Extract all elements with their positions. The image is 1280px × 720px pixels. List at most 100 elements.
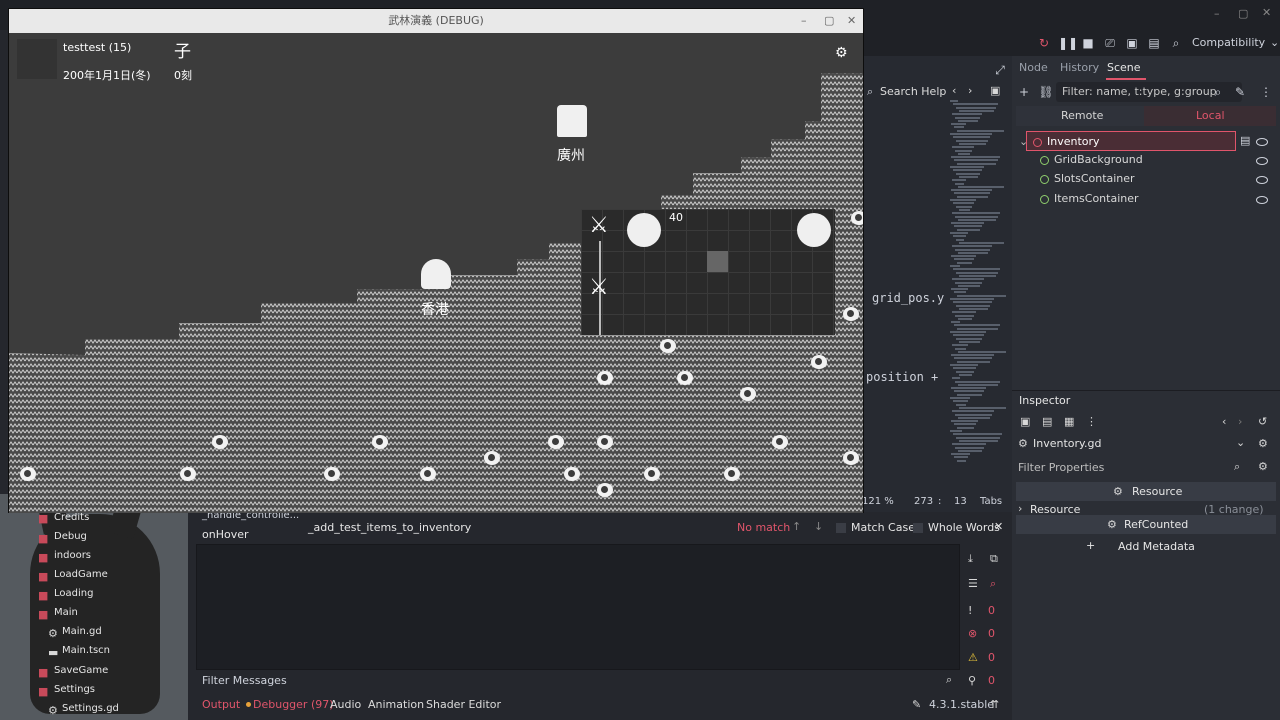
history-back-icon[interactable]: ‹ xyxy=(952,84,956,97)
axe-item-icon[interactable]: ⚔ xyxy=(589,275,609,300)
file-item[interactable]: SaveGame xyxy=(54,661,108,680)
tree-item-inventory[interactable]: ⌄ Inventory xyxy=(1019,131,1236,151)
file-item[interactable]: Main.gd xyxy=(62,622,102,641)
file-item[interactable]: LoadGame xyxy=(54,565,108,584)
filter-messages-input[interactable]: Filter Messages xyxy=(202,674,287,687)
maximize-icon[interactable]: ▢ xyxy=(1238,7,1248,20)
maximize-icon[interactable]: ▢ xyxy=(824,9,834,33)
file-item[interactable]: Settings.gd xyxy=(62,699,119,718)
add-metadata-button[interactable]: + Add Metadata xyxy=(1082,537,1202,557)
shield-item-icon[interactable] xyxy=(627,213,661,247)
tab-node[interactable]: Node xyxy=(1019,56,1048,80)
axe-item-icon[interactable]: ⚔ xyxy=(589,213,609,238)
visibility-eye-icon[interactable] xyxy=(1256,157,1268,165)
close-find-icon[interactable]: ✕ xyxy=(994,520,1003,533)
script-list-icon[interactable]: ▣ xyxy=(990,84,1000,97)
visibility-eye-icon[interactable] xyxy=(1256,138,1268,146)
tab-debugger[interactable]: Debugger (97) xyxy=(253,698,334,711)
distraction-free-icon[interactable]: ⤢ xyxy=(992,62,1008,78)
player-character-icon[interactable] xyxy=(421,259,451,289)
movie-icon[interactable]: ▣ xyxy=(1124,35,1140,51)
file-item[interactable]: indoors xyxy=(54,546,91,565)
tree-item-slotscontainer[interactable]: SlotsContainer xyxy=(1040,169,1240,189)
filter-settings-icon[interactable]: ⚙ xyxy=(1258,460,1268,473)
find-next-icon[interactable]: ↓ xyxy=(814,520,823,533)
filter-search-icon[interactable]: ⌕ xyxy=(990,577,996,591)
attach-script-icon[interactable]: ✎ xyxy=(1232,84,1248,100)
game-viewport[interactable]: testtest (15) 200年1月1日(冬) 子 0刻 ⚙ 廣州 香港 ⚔… xyxy=(9,33,863,513)
renderer-select[interactable]: Compatibility xyxy=(1192,36,1265,49)
editor-filter-icon[interactable]: ⚲ xyxy=(968,674,976,687)
object-history-icon[interactable]: ↺ xyxy=(1258,415,1267,428)
file-item[interactable]: Loading xyxy=(54,584,93,603)
tab-history[interactable]: History xyxy=(1060,56,1099,80)
run-scene-icon[interactable]: ▤ xyxy=(1146,35,1162,51)
find-input[interactable]: _add_test_items_to_inventory xyxy=(308,521,471,534)
error-filter-icon[interactable]: ⊗ xyxy=(968,627,977,640)
visibility-eye-icon[interactable] xyxy=(1256,196,1268,204)
remote-tab[interactable]: Remote xyxy=(1016,106,1144,126)
code-line[interactable]: position + xyxy=(866,370,938,384)
warning-filter-icon[interactable]: ⚠ xyxy=(968,651,978,664)
settings-gear-icon[interactable]: ⚙ xyxy=(835,45,848,61)
file-item[interactable]: Main xyxy=(54,603,78,622)
script-icon[interactable]: ▤ xyxy=(1240,134,1250,147)
history-forward-icon[interactable]: › xyxy=(1238,415,1242,428)
zoom-level[interactable]: 121 % xyxy=(862,496,894,507)
file-item[interactable]: Main.tscn xyxy=(62,641,110,660)
zoom-icon[interactable]: ⌕ xyxy=(1168,35,1184,51)
tree-collapse-icon[interactable]: ⌄ xyxy=(1019,132,1028,152)
tab-shader-editor[interactable]: Shader Editor xyxy=(426,698,501,711)
kebab-menu-icon[interactable]: ⋮ xyxy=(1086,415,1097,428)
tab-scene[interactable]: Scene xyxy=(1107,56,1141,80)
shield-item-icon[interactable] xyxy=(797,213,831,247)
copy-icon[interactable]: ⧉ xyxy=(990,552,998,566)
kebab-menu-icon[interactable]: ⋮ xyxy=(1258,84,1274,100)
tab-animation[interactable]: Animation xyxy=(368,698,424,711)
history-forward-icon[interactable]: › xyxy=(968,84,972,97)
tree-item-itemscontainer[interactable]: ItemsContainer xyxy=(1040,189,1240,209)
city-gate-icon[interactable] xyxy=(557,105,587,137)
player-portrait[interactable] xyxy=(17,39,57,79)
new-resource-icon[interactable]: ▣ xyxy=(1020,415,1030,428)
remote-debug-icon[interactable]: ⎚ xyxy=(1102,35,1118,51)
restart-icon[interactable]: ↻ xyxy=(1036,35,1052,51)
save-icon[interactable]: ▦ xyxy=(1064,415,1074,428)
function-list-item[interactable]: onHover xyxy=(202,528,249,541)
match-case-checkbox[interactable] xyxy=(836,523,846,533)
pause-icon[interactable]: ❚❚ xyxy=(1058,35,1078,51)
tab-audio[interactable]: Audio xyxy=(330,698,361,711)
code-line[interactable]: grid_pos.y xyxy=(872,291,944,305)
collapse-icon[interactable]: ☰ xyxy=(968,577,978,590)
hovered-slot[interactable] xyxy=(707,251,728,272)
local-tab[interactable]: Local xyxy=(1144,106,1276,126)
visibility-eye-icon[interactable] xyxy=(1256,176,1268,184)
add-node-icon[interactable]: + xyxy=(1016,84,1032,100)
stop-icon[interactable]: ■ xyxy=(1080,35,1096,51)
panel-toggle-icon[interactable]: ⇈ xyxy=(990,698,999,711)
tab-output[interactable]: Output xyxy=(202,698,240,711)
minimize-icon[interactable]: – xyxy=(801,9,807,33)
message-filter-icon[interactable]: ! xyxy=(968,604,972,617)
file-item[interactable]: Settings xyxy=(54,680,95,699)
close-icon[interactable]: ✕ xyxy=(1262,6,1271,19)
file-item[interactable]: Debug xyxy=(54,527,87,546)
code-minimap[interactable] xyxy=(946,100,1006,470)
clear-log-icon[interactable]: ⤓ xyxy=(968,552,973,566)
minimize-icon[interactable]: – xyxy=(1214,7,1220,20)
open-folder-icon[interactable]: ▤ xyxy=(1042,415,1052,428)
close-icon[interactable]: ✕ xyxy=(847,9,856,33)
whole-words-checkbox[interactable] xyxy=(913,523,923,533)
history-back-icon[interactable]: ‹ xyxy=(1222,415,1226,428)
tree-item-gridbackground[interactable]: GridBackground xyxy=(1040,150,1240,170)
output-log[interactable] xyxy=(196,544,960,670)
object-help-icon[interactable]: ⚙ xyxy=(1258,437,1268,450)
property-filter-input[interactable]: Filter Properties xyxy=(1016,459,1254,477)
inspector-title[interactable]: Inspector xyxy=(1019,394,1070,407)
find-prev-icon[interactable]: ↑ xyxy=(792,520,801,533)
chevron-down-icon[interactable]: ⌄ xyxy=(1236,436,1245,449)
inventory-grid[interactable]: ⚔ ⚔ 40 xyxy=(581,209,835,335)
edited-resource[interactable]: Inventory.gd xyxy=(1033,437,1101,450)
search-help-button[interactable]: Search Help xyxy=(880,85,946,98)
indent-mode[interactable]: Tabs xyxy=(980,496,1002,507)
